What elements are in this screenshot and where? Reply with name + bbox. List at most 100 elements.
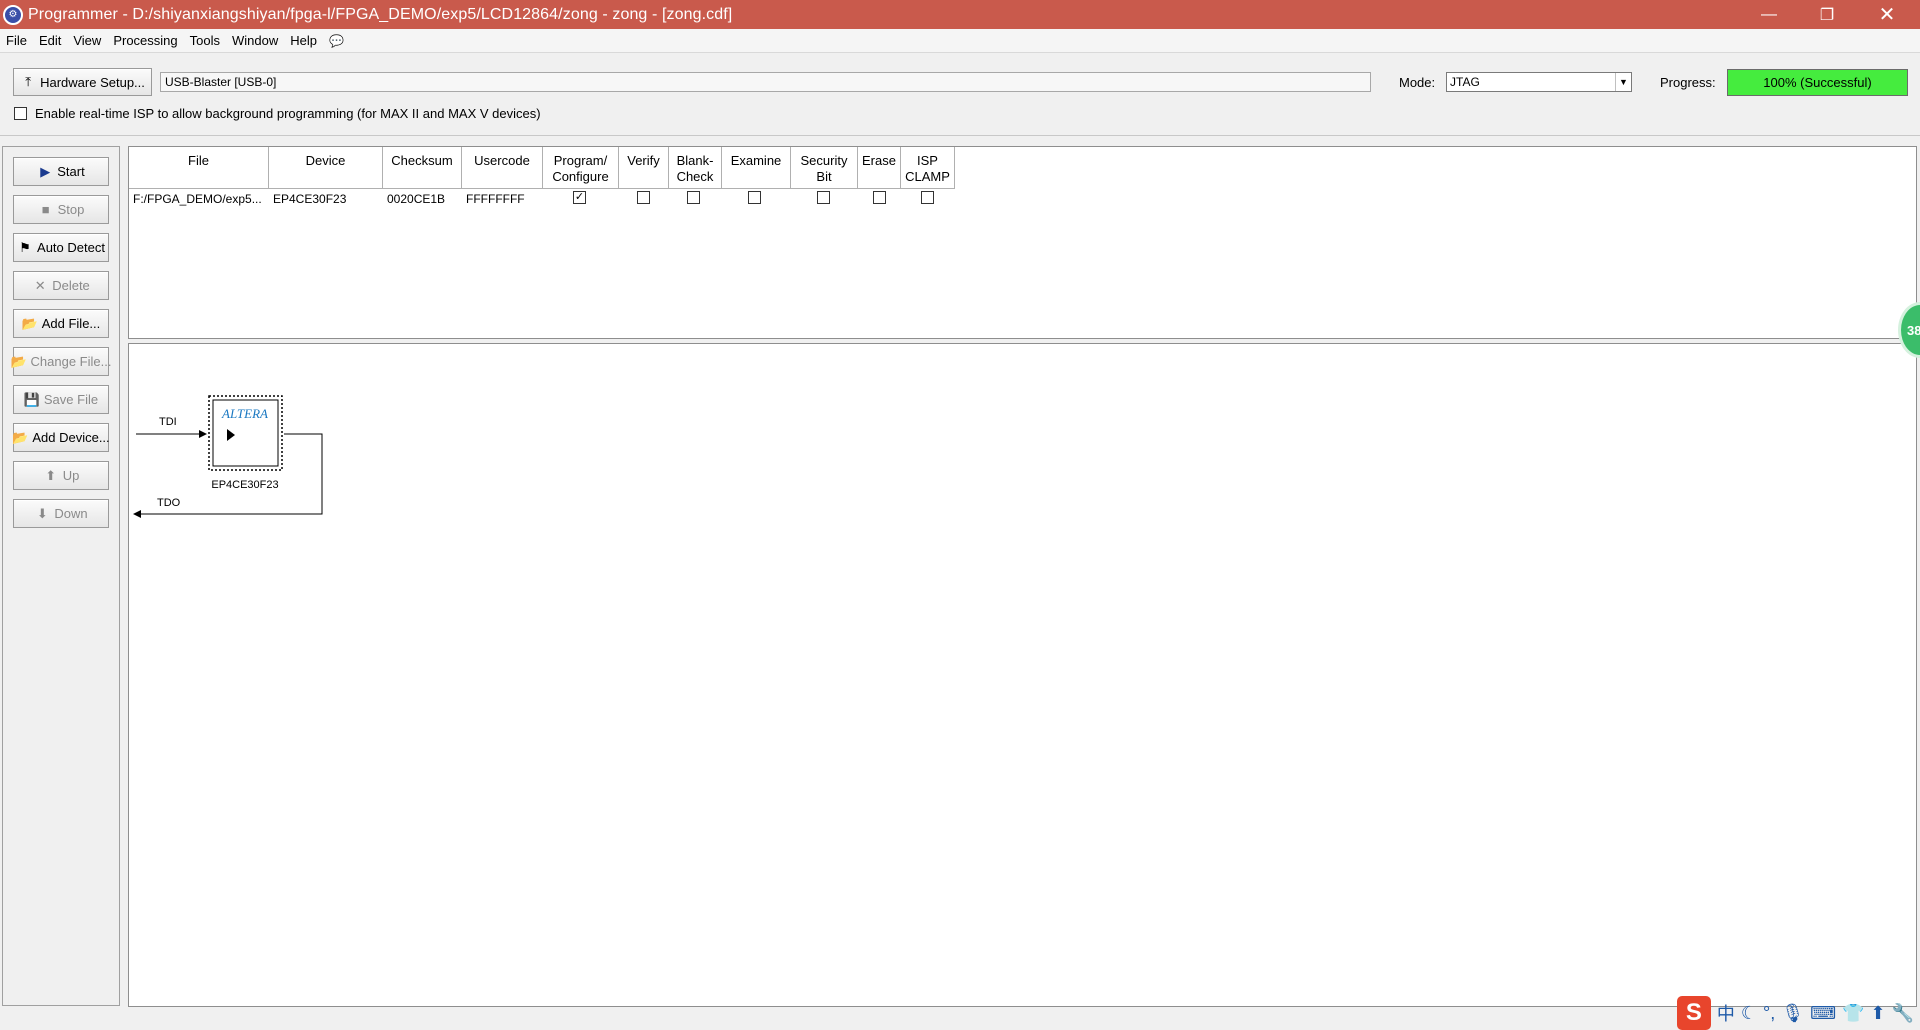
tdo-arrow-icon [133, 510, 141, 518]
keyboard-icon[interactable]: ⌨ [1810, 1003, 1836, 1024]
mode-select[interactable]: JTAG ▼ [1446, 72, 1632, 92]
auto-detect-icon: ⚑ [19, 239, 31, 255]
table-row[interactable]: F:/FPGA_DEMO/exp5... EP4CE30F23 0020CE1B… [129, 189, 955, 209]
erase-checkbox[interactable] [873, 191, 886, 204]
menu-window[interactable]: Window [226, 33, 284, 48]
status-bar [0, 1008, 1920, 1030]
cell-checksum: 0020CE1B [387, 192, 446, 206]
add-device-button[interactable]: 📂 Add Device... [12, 423, 110, 452]
fpga-chip-icon[interactable]: ALTERA [208, 395, 283, 471]
delete-button[interactable]: ✕ Delete [13, 271, 109, 300]
save-file-button[interactable]: 💾 Save File [13, 385, 109, 414]
floating-ball-text: 38 [1907, 322, 1920, 338]
menu-view[interactable]: View [67, 33, 107, 48]
save-file-label: Save File [43, 392, 99, 407]
column-header-erase[interactable]: Erase [858, 147, 901, 189]
chip-device-name: EP4CE30F23 [211, 479, 278, 491]
jtag-chain-diagram: TDI TDO ALTERA EP4CE30F23 [133, 395, 323, 518]
column-header-checksum[interactable]: Checksum [383, 147, 462, 189]
ime-toolbar: S 中 ☾ °, 🎙 ⌨ 👕 ⬆ 🔧 [1676, 996, 1914, 1030]
chevron-down-icon[interactable]: ▼ [1615, 73, 1631, 91]
down-arrow-icon: ⬇ [36, 505, 48, 521]
up-arrow-icon[interactable]: ⬆ [1870, 1003, 1885, 1024]
table-header: File Device Checksum Usercode Program/ C… [129, 147, 955, 189]
moon-icon[interactable]: ☾ [1741, 1003, 1757, 1024]
stop-icon: ■ [41, 201, 50, 217]
restore-button[interactable]: ❐ [1798, 0, 1856, 29]
column-header-security-bit[interactable]: Security Bit [791, 147, 858, 189]
isp-checkbox[interactable] [14, 107, 27, 120]
title-bar: ⚙ Programmer - D:/shiyanxiangshiyan/fpga… [0, 0, 1920, 29]
menu-file[interactable]: File [0, 33, 33, 48]
close-button[interactable]: ✕ [1858, 0, 1916, 29]
change-file-button[interactable]: 📂 Change File... [10, 347, 112, 376]
save-file-icon: 💾 [23, 391, 41, 407]
tdi-arrow-icon [199, 430, 207, 438]
column-header-blank-check[interactable]: Blank- Check [669, 147, 722, 189]
wrench-icon[interactable]: 🔧 [1892, 1003, 1914, 1024]
security-bit-checkbox[interactable] [817, 191, 830, 204]
jtag-chain-panel: TDI TDO ALTERA EP4CE30F23 [128, 343, 1917, 1007]
menu-bar: File Edit View Processing Tools Window H… [0, 29, 1920, 53]
auto-detect-label: Auto Detect [37, 240, 105, 255]
add-file-label: Add File... [41, 316, 101, 331]
add-file-button[interactable]: 📂 Add File... [13, 309, 109, 338]
programmer-app-icon: ⚙ [3, 4, 23, 25]
tdo-label: TDO [157, 497, 181, 509]
add-file-icon: 📂 [21, 315, 38, 331]
menu-edit[interactable]: Edit [33, 33, 67, 48]
minimize-button[interactable]: — [1740, 0, 1798, 29]
speech-bubble-icon[interactable]: 💬 [323, 34, 350, 48]
change-file-icon: 📂 [10, 353, 27, 369]
cell-file: F:/FPGA_DEMO/exp5... [133, 192, 262, 206]
down-button[interactable]: ⬇ Down [13, 499, 109, 528]
column-header-usercode[interactable]: Usercode [462, 147, 543, 189]
toolbar: ⤒ Hardware Setup... Mode: Progress: Enab… [0, 54, 1920, 136]
column-header-verify[interactable]: Verify [619, 147, 669, 189]
up-button[interactable]: ⬆ Up [13, 461, 109, 490]
menu-help[interactable]: Help [284, 33, 323, 48]
device-table: File Device Checksum Usercode Program/ C… [128, 146, 1917, 339]
change-file-label: Change File... [30, 354, 112, 369]
column-header-examine[interactable]: Examine [722, 147, 791, 189]
column-header-device[interactable]: Device [269, 147, 383, 189]
stop-button[interactable]: ■ Stop [13, 195, 109, 224]
start-label: Start [57, 164, 85, 179]
verify-checkbox[interactable] [637, 191, 650, 204]
up-label: Up [62, 468, 80, 483]
start-button[interactable]: ▶ Start [13, 157, 109, 186]
punctuation-icon[interactable]: °, [1763, 1003, 1775, 1024]
up-arrow-icon: ⬆ [45, 467, 57, 483]
progress-bar: 100% (Successful) [1727, 69, 1908, 96]
hardware-setup-label: Hardware Setup... [40, 74, 145, 90]
column-header-isp-clamp[interactable]: ISP CLAMP [901, 147, 955, 189]
sogou-logo-icon[interactable]: S [1676, 996, 1711, 1030]
altera-logo: ALTERA [221, 406, 268, 421]
cell-device: EP4CE30F23 [273, 192, 347, 206]
action-panel: ▶ Start ■ Stop ⚑ Auto Detect ✕ Delete 📂 … [2, 146, 120, 1006]
auto-detect-button[interactable]: ⚑ Auto Detect [13, 233, 109, 262]
program-configure-checkbox[interactable]: ✓ [573, 191, 586, 204]
column-header-program-configure[interactable]: Program/ Configure [543, 147, 619, 189]
progress-label: Progress: [1660, 75, 1716, 90]
add-device-label: Add Device... [32, 430, 110, 445]
down-label: Down [54, 506, 88, 521]
start-icon: ▶ [40, 163, 51, 179]
isp-label: Enable real-time ISP to allow background… [35, 106, 541, 121]
skin-icon[interactable]: 👕 [1842, 1003, 1864, 1024]
hardware-setup-button[interactable]: ⤒ Hardware Setup... [13, 68, 152, 96]
menu-tools[interactable]: Tools [184, 33, 226, 48]
column-header-file[interactable]: File [129, 147, 269, 189]
menu-processing[interactable]: Processing [107, 33, 183, 48]
hardware-field: USB-Blaster [USB-0] [160, 72, 1371, 92]
isp-clamp-checkbox[interactable] [921, 191, 934, 204]
cell-usercode: FFFFFFFF [466, 192, 525, 206]
mode-value: JTAG [1450, 75, 1480, 89]
tdi-label: TDI [159, 416, 177, 428]
add-device-icon: 📂 [12, 429, 29, 445]
examine-checkbox[interactable] [748, 191, 761, 204]
blank-check-checkbox[interactable] [687, 191, 700, 204]
microphone-icon[interactable]: 🎙 [1781, 1003, 1804, 1024]
ime-language-indicator[interactable]: 中 [1717, 1000, 1735, 1026]
delete-label: Delete [52, 278, 90, 293]
